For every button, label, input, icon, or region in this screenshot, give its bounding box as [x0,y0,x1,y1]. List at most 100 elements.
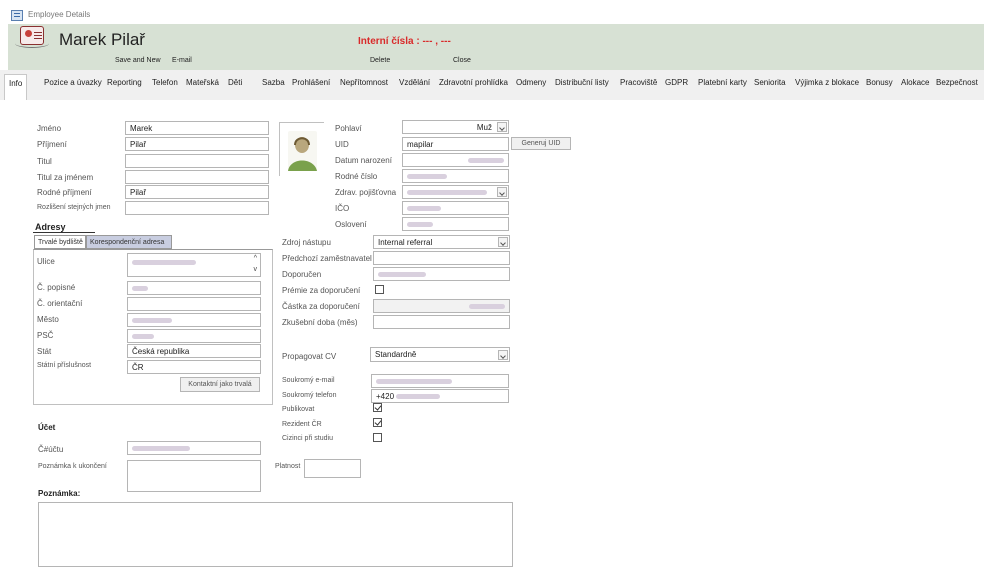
mesto-field[interactable] [127,313,261,327]
propagovat-select[interactable]: Standardně [370,347,510,362]
tab-sazba[interactable]: Sazba [262,78,285,87]
pohlavi-label: Pohlaví [335,124,362,133]
psc-field[interactable] [127,329,261,343]
castka-field[interactable] [373,299,510,313]
tab-trvale-bydliste[interactable]: Trvalé bydliště [34,235,86,249]
tab-deti[interactable]: Děti [228,78,242,87]
employee-photo[interactable] [279,122,325,177]
tab-distribucni[interactable]: Distribuční listy [555,78,609,87]
premie-checkbox[interactable] [375,285,384,294]
cislo-orientacni-label: Č. orientační [37,299,83,308]
pojistovna-select[interactable] [402,185,509,199]
redacted-value [396,394,441,400]
prislusnost-label: Státní příslušnost [37,362,92,369]
psc-label: PSČ [37,331,54,340]
publikovat-checkbox[interactable] [373,403,382,412]
poznamka-ukonceni-field[interactable] [127,460,261,492]
tab-reporting[interactable]: Reporting [107,78,142,87]
ulice-field[interactable]: ^ v [127,253,261,277]
zdroj-dropdown[interactable] [497,236,509,248]
zkusebni-field[interactable] [373,315,510,329]
zdroj-select[interactable]: Internal referral [373,235,510,249]
tab-prohlaseni[interactable]: Prohlášení [292,78,330,87]
uid-field[interactable]: mapilar [402,137,509,151]
ulice-label: Ulice [37,257,55,266]
rodne-prijmeni-label: Rodné příjmení [37,188,92,197]
tab-odmeny[interactable]: Odmeny [516,78,546,87]
doporucen-label: Doporučen [282,270,322,279]
soukromy-telefon-label: Soukromý telefon [282,392,337,399]
tab-bezpecnost[interactable]: Bezpečnost [936,78,978,87]
tab-seniorita[interactable]: Seniorita [754,78,786,87]
castka-label: Částka za doporučení [282,302,360,311]
close-button[interactable]: Close [453,57,471,64]
tab-info[interactable]: Info [4,74,28,100]
chevron-down-icon [498,237,508,247]
tab-materska[interactable]: Mateřská [186,78,219,87]
platnost-label: Platnost [275,463,301,470]
save-and-new-button[interactable]: Save and New [115,57,161,64]
publikovat-label: Publikovat [282,406,315,413]
jmeno-field[interactable]: Marek [125,121,269,135]
tab-vyjimka[interactable]: Výjimka z blokace [795,78,859,87]
scroll-down-icon[interactable]: v [254,266,258,273]
rodne-prijmeni-field[interactable]: Pilař [125,185,269,199]
titul-za-field[interactable] [125,170,269,184]
cizinci-checkbox[interactable] [373,433,382,442]
datum-narozeni-field[interactable] [402,153,509,167]
tab-pozice[interactable]: Pozice a úvazky [44,78,102,87]
pojistovna-dropdown[interactable] [496,186,508,198]
propagovat-label: Propagovat CV [282,352,337,361]
rozliseni-label: Rozlišení stejných jmen [37,204,111,211]
stat-field[interactable]: Česká republika [127,344,261,358]
soukromy-email-field[interactable] [371,374,509,388]
tab-telefon[interactable]: Telefon [152,78,178,87]
generuj-uid-button[interactable]: Generuj UID [511,137,571,150]
scroll-up-icon[interactable]: ^ [254,255,257,262]
chevron-down-icon [497,122,507,132]
redacted-value [468,158,504,164]
tab-bonusy[interactable]: Bonusy [866,78,893,87]
adresy-heading: Adresy [35,222,66,232]
poznamka-field[interactable] [38,502,513,567]
rozliseni-field[interactable] [125,201,269,215]
pohlavi-dropdown[interactable] [496,121,508,133]
kontaktni-jako-trvala-button[interactable]: Kontaktní jako trvalá [180,377,260,392]
soukromy-email-label: Soukromý e-mail [282,377,335,384]
tab-alokace[interactable]: Alokace [901,78,929,87]
doporucen-field[interactable] [373,267,510,281]
tab-gdpr[interactable]: GDPR [665,78,688,87]
redacted-value [469,304,505,310]
rezident-checkbox[interactable] [373,418,382,427]
osloveni-field[interactable] [402,217,509,231]
tab-pracoviste[interactable]: Pracoviště [620,78,657,87]
pohlavi-select[interactable]: Muž [402,120,509,134]
tab-nepritomnost[interactable]: Nepřítomnost [340,78,388,87]
tab-bar: Info Pozice a úvazky Reporting Telefon M… [0,70,984,100]
platnost-field[interactable] [304,459,361,478]
titul-label: Titul [37,157,52,166]
cislo-uctu-label: Č#účtu [38,445,64,454]
tab-korespondencni[interactable]: Korespondenční adresa [86,235,172,249]
rodne-cislo-field[interactable] [402,169,509,183]
ico-field[interactable] [402,201,509,215]
cislo-orientacni-field[interactable] [127,297,261,311]
pojistovna-label: Zdrav. pojišťovna [335,188,397,197]
predchozi-field[interactable] [373,251,510,265]
prijmeni-label: Příjmení [37,140,67,149]
tab-zdravotni[interactable]: Zdravotní prohlídka [439,78,508,87]
cislo-popisne-field[interactable] [127,281,261,295]
delete-button[interactable]: Delete [370,57,390,64]
adresy-underline [33,232,95,233]
tab-vzdelani[interactable]: Vzdělání [399,78,430,87]
cislo-uctu-field[interactable] [127,441,261,455]
soukromy-telefon-field[interactable]: +420 [371,389,509,403]
titul-field[interactable] [125,154,269,168]
chevron-down-icon [497,187,507,197]
prislusnost-field[interactable]: ČR [127,360,261,374]
tab-platebni[interactable]: Platební karty [698,78,747,87]
redacted-value [132,259,196,265]
email-button[interactable]: E-mail [172,57,192,64]
prijmeni-field[interactable]: Pilař [125,137,269,151]
propagovat-dropdown[interactable] [497,349,509,361]
